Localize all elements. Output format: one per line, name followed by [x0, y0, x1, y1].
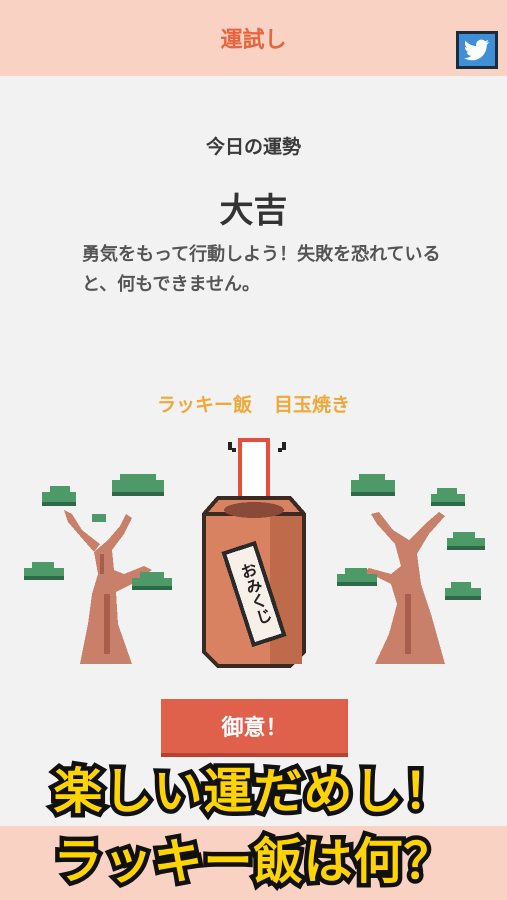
today-fortune-label: 今日の運勢: [205, 136, 301, 158]
lucky-food-value: 目玉焼き: [274, 394, 351, 416]
fortune-message: 勇気をもって行動しよう！失敗を恐れていると、何もできません。: [82, 244, 441, 295]
draw-fortune-button[interactable]: 御意！: [161, 699, 348, 757]
lucky-food-label: ラッキー飯: [156, 394, 252, 416]
promo-headline-2: ラッキー飯は何？: [49, 829, 457, 895]
twitter-share-button[interactable]: [456, 31, 498, 69]
promo-headline-1: 楽しい運だめし！: [49, 759, 457, 825]
app-header: 運試し: [0, 0, 507, 76]
lucky-food-line: ラッキー飯 目玉焼き: [0, 390, 507, 417]
pine-tree-left-illustration: [24, 474, 172, 664]
fortune-result: 大吉: [219, 191, 288, 231]
omikuji-box-illustration: おみくじ: [202, 438, 306, 668]
twitter-bird-icon: [464, 39, 489, 61]
pine-tree-right-illustration: [337, 474, 485, 664]
app-title: 運試し: [220, 28, 287, 53]
